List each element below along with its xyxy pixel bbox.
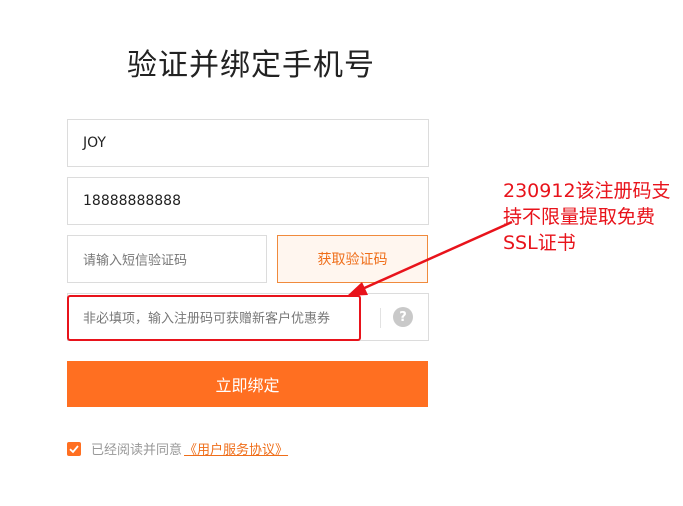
divider bbox=[380, 308, 381, 328]
sms-code-placeholder: 请输入短信验证码 bbox=[83, 253, 188, 269]
username-field[interactable]: JOY bbox=[67, 119, 429, 167]
phone-value: 18888888888 bbox=[83, 193, 181, 209]
coupon-code-field[interactable]: 非必填项，输入注册码可获赠新客户优惠券 ? bbox=[67, 293, 429, 341]
user-agreement-link[interactable]: 《用户服务协议》 bbox=[184, 439, 288, 458]
bind-submit-button[interactable]: 立即绑定 bbox=[67, 361, 428, 407]
username-value: JOY bbox=[83, 135, 106, 151]
phone-field[interactable]: 18888888888 bbox=[67, 177, 429, 225]
coupon-code-placeholder: 非必填项，输入注册码可获赠新客户优惠券 bbox=[83, 311, 331, 327]
agreement-text: 已经阅读并同意 bbox=[91, 443, 183, 458]
page-title: 验证并绑定手机号 bbox=[127, 48, 375, 83]
sms-code-field[interactable]: 请输入短信验证码 bbox=[67, 235, 267, 283]
help-icon[interactable]: ? bbox=[393, 307, 413, 327]
checkmark-icon bbox=[69, 444, 79, 453]
agreement-row: 已经阅读并同意 《用户服务协议》 bbox=[67, 439, 288, 458]
get-code-button[interactable]: 获取验证码 bbox=[277, 235, 428, 283]
annotation-note: 230912该注册码支持不限量提取免费SSL证书 bbox=[503, 180, 671, 254]
agreement-checkbox[interactable] bbox=[67, 441, 81, 456]
